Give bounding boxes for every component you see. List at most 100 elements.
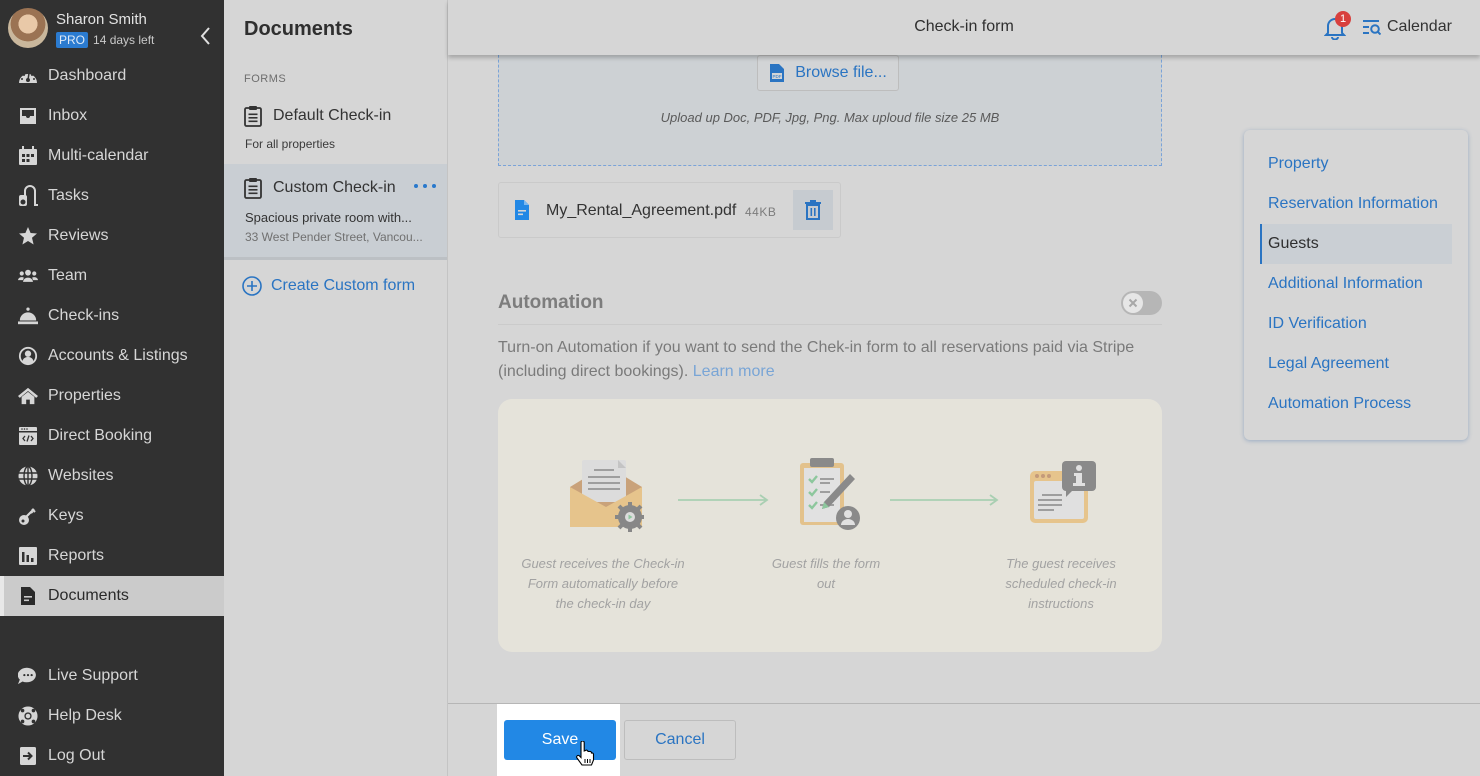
sidebar-item-live-support[interactable]: Live Support xyxy=(0,656,224,696)
sidebar-item-label: Keys xyxy=(48,507,84,524)
key-icon xyxy=(18,506,38,526)
clipboard-checklist-icon xyxy=(800,458,860,530)
calendar-icon xyxy=(18,146,38,166)
notification-count-badge: 1 xyxy=(1335,11,1351,27)
file-document-icon xyxy=(514,199,530,226)
close-x-icon xyxy=(1128,298,1138,308)
save-button[interactable]: Save xyxy=(504,720,616,760)
user-circle-icon xyxy=(18,346,38,366)
sidebar-item-label: Live Support xyxy=(48,667,138,684)
dashboard-gauge-icon xyxy=(18,66,38,86)
concierge-bell-icon xyxy=(18,306,38,326)
plus-circle-icon xyxy=(242,276,262,296)
globe-icon xyxy=(18,466,38,486)
window-info-icon xyxy=(1030,461,1096,523)
dot xyxy=(432,184,436,188)
sidebar-item-label: Accounts & Listings xyxy=(48,347,188,364)
dot xyxy=(423,184,427,188)
more-options-button[interactable] xyxy=(414,178,436,194)
sidebar-item-label: Documents xyxy=(48,587,129,604)
envelope-gear-icon xyxy=(570,460,644,532)
chevron-left-icon xyxy=(200,27,210,45)
sidebar-item-label: Dashboard xyxy=(48,67,127,84)
create-custom-form-label: Create Custom form xyxy=(271,277,416,294)
sidebar-item-tasks[interactable]: Tasks xyxy=(0,176,224,216)
chat-bubble-icon xyxy=(18,666,38,686)
documents-panel: Documents FORMS Default Check-in For all… xyxy=(224,0,448,776)
user-profile[interactable]: Sharon Smith PRO 14 days left xyxy=(8,8,218,48)
section-nav-reservation-information[interactable]: Reservation Information xyxy=(1260,184,1452,224)
sidebar-item-properties[interactable]: Properties xyxy=(0,376,224,416)
step-description: Guest receives the Check-in Form automat… xyxy=(521,556,685,611)
home-icon xyxy=(18,386,38,406)
calendar-link[interactable]: Calendar xyxy=(1363,18,1452,36)
sidebar-item-reviews[interactable]: Reviews xyxy=(0,216,224,256)
star-icon xyxy=(18,226,38,246)
sidebar-item-documents[interactable]: Documents xyxy=(0,576,224,616)
form-item-default-check-in[interactable]: Default Check-in For all properties xyxy=(224,98,447,160)
sidebar-item-dashboard[interactable]: Dashboard xyxy=(0,56,224,96)
delete-file-button[interactable] xyxy=(793,190,833,230)
cancel-button[interactable]: Cancel xyxy=(624,720,736,760)
sidebar-item-keys[interactable]: Keys xyxy=(0,496,224,536)
form-title: Default Check-in xyxy=(273,107,392,124)
users-icon xyxy=(18,266,38,286)
flow-arrow-icon xyxy=(890,494,999,506)
main-sidebar: Sharon Smith PRO 14 days left Dashboard … xyxy=(0,0,224,776)
section-nav-automation-process[interactable]: Automation Process xyxy=(1260,384,1452,424)
form-item-custom-check-in[interactable]: Custom Check-in Spacious private room wi… xyxy=(224,164,447,260)
sidebar-item-accounts-listings[interactable]: Accounts & Listings xyxy=(0,336,224,376)
pro-badge: PRO xyxy=(56,32,89,48)
sidebar-item-label: Websites xyxy=(48,467,114,484)
sidebar-item-label: Properties xyxy=(48,387,121,404)
top-bar: Check-in form 1 Calendar xyxy=(448,0,1480,55)
user-name: Sharon Smith xyxy=(56,11,147,28)
clipboard-icon xyxy=(244,177,262,199)
sidebar-item-label: Check-ins xyxy=(48,307,120,324)
upload-hint: Upload up Doc, PDF, Jpg, Png. Max uploud… xyxy=(660,110,1000,125)
calendar-search-icon xyxy=(1363,20,1381,35)
create-custom-form-button[interactable]: Create Custom form xyxy=(242,276,415,296)
file-name: My_Rental_Agreement.pdf xyxy=(546,202,737,219)
trash-icon xyxy=(805,200,821,220)
document-icon xyxy=(18,586,38,606)
section-nav-id-verification[interactable]: ID Verification xyxy=(1260,304,1452,344)
sidebar-item-log-out[interactable]: Log Out xyxy=(0,736,224,776)
sidebar-item-check-ins[interactable]: Check-ins xyxy=(0,296,224,336)
section-nav-additional-information[interactable]: Additional Information xyxy=(1260,264,1452,304)
form-property-name: Spacious private room with... xyxy=(245,210,412,225)
sidebar-bottom-nav: Live Support Help Desk Log Out xyxy=(0,656,224,776)
automation-toggle[interactable] xyxy=(1121,291,1162,315)
sidebar-item-direct-booking[interactable]: Direct Booking xyxy=(0,416,224,456)
logout-icon xyxy=(18,746,38,766)
inbox-tray-icon xyxy=(18,106,38,126)
sidebar-item-help-desk[interactable]: Help Desk xyxy=(0,696,224,736)
sidebar-item-label: Reviews xyxy=(48,227,109,244)
sidebar-item-label: Team xyxy=(48,267,88,284)
vacuum-cleaner-icon xyxy=(18,185,38,206)
calendar-label: Calendar xyxy=(1387,18,1452,35)
file-upload-dropzone[interactable]: PDF Browse file... Upload up Doc, PDF, J… xyxy=(498,40,1162,166)
section-nav-guests[interactable]: Guests xyxy=(1260,224,1452,264)
documents-title: Documents xyxy=(244,18,353,40)
learn-more-link[interactable]: Learn more xyxy=(693,363,775,380)
browse-file-label: Browse file... xyxy=(795,64,887,81)
sidebar-item-reports[interactable]: Reports xyxy=(0,536,224,576)
sidebar-item-team[interactable]: Team xyxy=(0,256,224,296)
sidebar-item-label: Direct Booking xyxy=(48,427,153,444)
sidebar-item-label: Tasks xyxy=(48,187,89,204)
collapse-sidebar-button[interactable] xyxy=(198,26,214,46)
file-size: 44KB xyxy=(745,205,777,219)
sidebar-item-inbox[interactable]: Inbox xyxy=(0,96,224,136)
uploaded-file: My_Rental_Agreement.pdf 44KB xyxy=(498,182,841,238)
avatar[interactable] xyxy=(8,8,48,48)
sidebar-item-multi-calendar[interactable]: Multi-calendar xyxy=(0,136,224,176)
sidebar-item-label: Log Out xyxy=(48,747,105,764)
lifebuoy-icon xyxy=(18,706,38,726)
section-nav-property[interactable]: Property xyxy=(1260,144,1452,184)
step-description: The guest receives scheduled check-in in… xyxy=(1005,556,1117,611)
form-property-address: 33 West Pender Street, Vancou... xyxy=(245,230,423,244)
section-nav-legal-agreement[interactable]: Legal Agreement xyxy=(1260,344,1452,384)
sidebar-item-websites[interactable]: Websites xyxy=(0,456,224,496)
browse-file-button[interactable]: PDF Browse file... xyxy=(757,55,899,91)
